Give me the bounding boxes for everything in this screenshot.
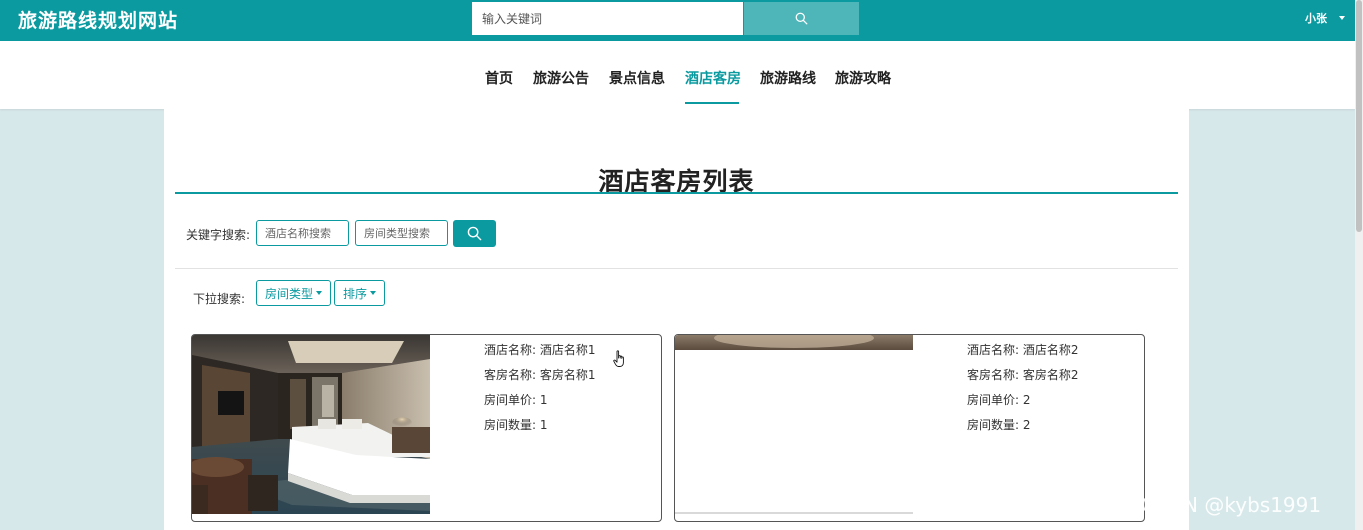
room-photo-image <box>192 335 430 514</box>
nav-item-attractions[interactable]: 景点信息 <box>609 68 665 88</box>
user-menu[interactable]: 小张 <box>1305 10 1327 26</box>
nav-item-guides[interactable]: 旅游攻略 <box>835 68 891 88</box>
hand-cursor-icon <box>613 350 624 367</box>
caret-down-icon <box>316 291 323 295</box>
search-input[interactable] <box>472 2 743 35</box>
search-icon <box>467 226 482 241</box>
hotel-name-label: 酒店名称: <box>484 343 537 357</box>
keyword-search-label: 关键字搜索: <box>186 228 251 242</box>
room-name-label: 客房名称: <box>484 368 537 382</box>
search-icon <box>795 12 808 25</box>
main-content: 酒店客房列表 关键字搜索: 下拉搜索: 房间类型 排序 <box>164 109 1189 530</box>
room-count-value: 2 <box>1022 418 1031 432</box>
hotel-name-value: 酒店名称1 <box>539 343 596 357</box>
room-name-row: 客房名称: 客房名称1 <box>484 367 596 392</box>
room-price-row: 房间单价: 2 <box>967 392 1079 417</box>
hotel-name-search-input[interactable] <box>256 220 349 246</box>
room-price-row: 房间单价: 1 <box>484 392 596 417</box>
hotel-name-label: 酒店名称: <box>967 343 1020 357</box>
room-price-value: 1 <box>539 393 548 407</box>
room-count-row: 房间数量: 1 <box>484 417 596 442</box>
nav-item-announcements[interactable]: 旅游公告 <box>533 68 589 88</box>
hotel-name-value: 酒店名称2 <box>1022 343 1079 357</box>
sort-dropdown-label: 排序 <box>343 286 368 301</box>
hotel-room-card[interactable]: 酒店名称: 酒店名称1 客房名称: 客房名称1 房间单价: 1 房间数量: 1 <box>191 334 662 522</box>
filter-divider <box>175 268 1178 269</box>
room-photo[interactable] <box>192 335 430 514</box>
hotel-name-row: 酒店名称: 酒店名称1 <box>484 342 596 367</box>
scrollbar-thumb[interactable] <box>1356 0 1362 232</box>
watermark: CSDN @kybs1991 <box>1141 493 1322 517</box>
room-price-label: 房间单价: <box>967 393 1020 407</box>
room-price-value: 2 <box>1022 393 1031 407</box>
room-name-value: 客房名称2 <box>1022 368 1079 382</box>
keyword-search-button[interactable] <box>453 220 496 247</box>
dropdown-search-label: 下拉搜索: <box>193 292 246 306</box>
room-count-value: 1 <box>539 418 548 432</box>
nav-item-home[interactable]: 首页 <box>485 68 513 88</box>
room-photo-image <box>675 335 913 514</box>
room-count-label: 房间数量: <box>484 418 537 432</box>
room-type-dropdown-label: 房间类型 <box>265 286 314 301</box>
room-photo[interactable] <box>675 335 913 514</box>
room-name-value: 客房名称1 <box>539 368 596 382</box>
nav-item-hotel-rooms[interactable]: 酒店客房 <box>685 68 741 88</box>
room-count-label: 房间数量: <box>967 418 1020 432</box>
chevron-down-icon[interactable] <box>1339 16 1345 20</box>
hotel-name-row: 酒店名称: 酒店名称2 <box>967 342 1079 367</box>
sort-dropdown[interactable]: 排序 <box>334 280 386 306</box>
caret-down-icon <box>370 291 377 295</box>
room-price-label: 房间单价: <box>484 393 537 407</box>
room-type-dropdown[interactable]: 房间类型 <box>256 280 332 306</box>
nav-item-routes[interactable]: 旅游路线 <box>760 68 816 88</box>
title-divider <box>175 192 1178 194</box>
main-nav: 首页 旅游公告 景点信息 酒店客房 旅游路线 旅游攻略 <box>0 41 1355 109</box>
page-scrollbar[interactable] <box>1355 0 1363 530</box>
header-search <box>472 2 859 35</box>
active-nav-indicator <box>685 102 739 104</box>
top-bar: 旅游路线规划网站 小张 <box>0 0 1355 41</box>
room-name-row: 客房名称: 客房名称2 <box>967 367 1079 392</box>
search-button[interactable] <box>744 2 859 35</box>
room-type-search-input[interactable] <box>355 220 448 246</box>
room-details: 酒店名称: 酒店名称1 客房名称: 客房名称1 房间单价: 1 房间数量: 1 <box>484 342 596 442</box>
hotel-room-card[interactable]: 酒店名称: 酒店名称2 客房名称: 客房名称2 房间单价: 2 房间数量: 2 <box>674 334 1145 522</box>
room-name-label: 客房名称: <box>967 368 1020 382</box>
room-count-row: 房间数量: 2 <box>967 417 1079 442</box>
site-logo[interactable]: 旅游路线规划网站 <box>18 6 178 33</box>
room-details: 酒店名称: 酒店名称2 客房名称: 客房名称2 房间单价: 2 房间数量: 2 <box>967 342 1079 442</box>
